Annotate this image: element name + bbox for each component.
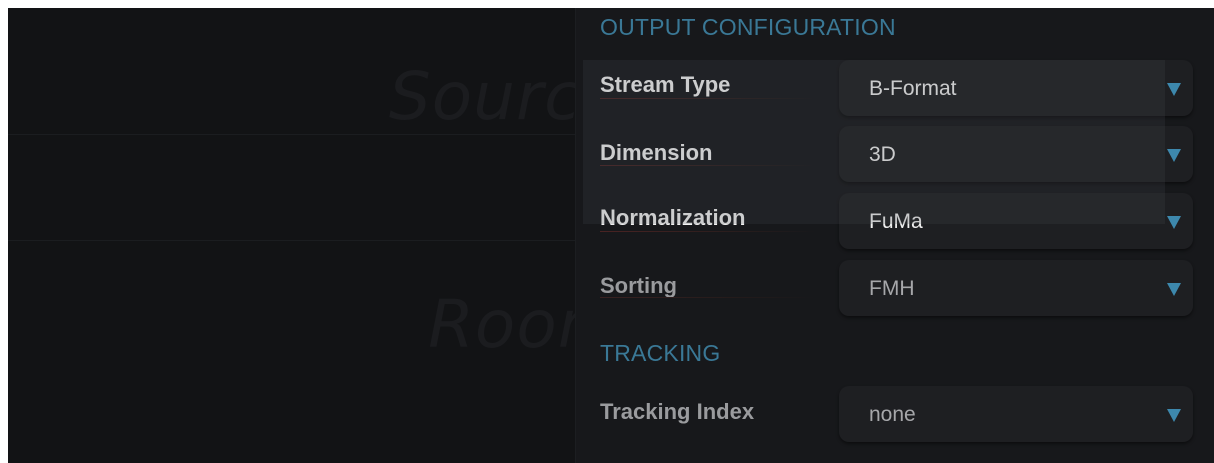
stream-type-dropdown[interactable]: B-Format <box>839 60 1193 116</box>
dimension-value: 3D <box>869 143 896 166</box>
normalization-label: Normalization <box>600 205 746 230</box>
label-underline <box>600 165 816 166</box>
source-room-panel: Source Room <box>8 8 622 463</box>
normalization-value: FuMa <box>869 210 923 233</box>
output-configuration-heading: OUTPUT CONFIGURATION <box>600 14 896 40</box>
sorting-value: FMH <box>869 277 915 300</box>
tracking-index-label: Tracking Index <box>600 399 755 424</box>
caret-down-icon <box>1167 149 1181 162</box>
dimension-dropdown[interactable]: 3D <box>839 126 1193 182</box>
label-underline <box>600 297 816 298</box>
divider <box>8 240 575 241</box>
caret-down-icon <box>1167 283 1181 296</box>
app-window: Source Room OUTPUT CONFIGURATION Stream … <box>8 8 1214 463</box>
tracking-heading: TRACKING <box>600 340 721 366</box>
sorting-dropdown[interactable]: FMH <box>839 260 1193 316</box>
stream-type-value: B-Format <box>869 77 957 100</box>
dimension-label: Dimension <box>600 140 713 165</box>
caret-down-icon <box>1167 83 1181 96</box>
caret-down-icon <box>1167 409 1181 422</box>
label-underline <box>600 231 816 232</box>
stream-type-label: Stream Type <box>600 72 731 97</box>
normalization-dropdown[interactable]: FuMa <box>839 193 1193 249</box>
sorting-label: Sorting <box>600 273 677 298</box>
tracking-index-value: none <box>869 403 916 426</box>
output-settings-panel: OUTPUT CONFIGURATION Stream Type B-Forma… <box>575 8 1214 463</box>
caret-down-icon <box>1167 216 1181 229</box>
tracking-index-dropdown[interactable]: none <box>839 386 1193 442</box>
label-underline <box>600 98 816 99</box>
